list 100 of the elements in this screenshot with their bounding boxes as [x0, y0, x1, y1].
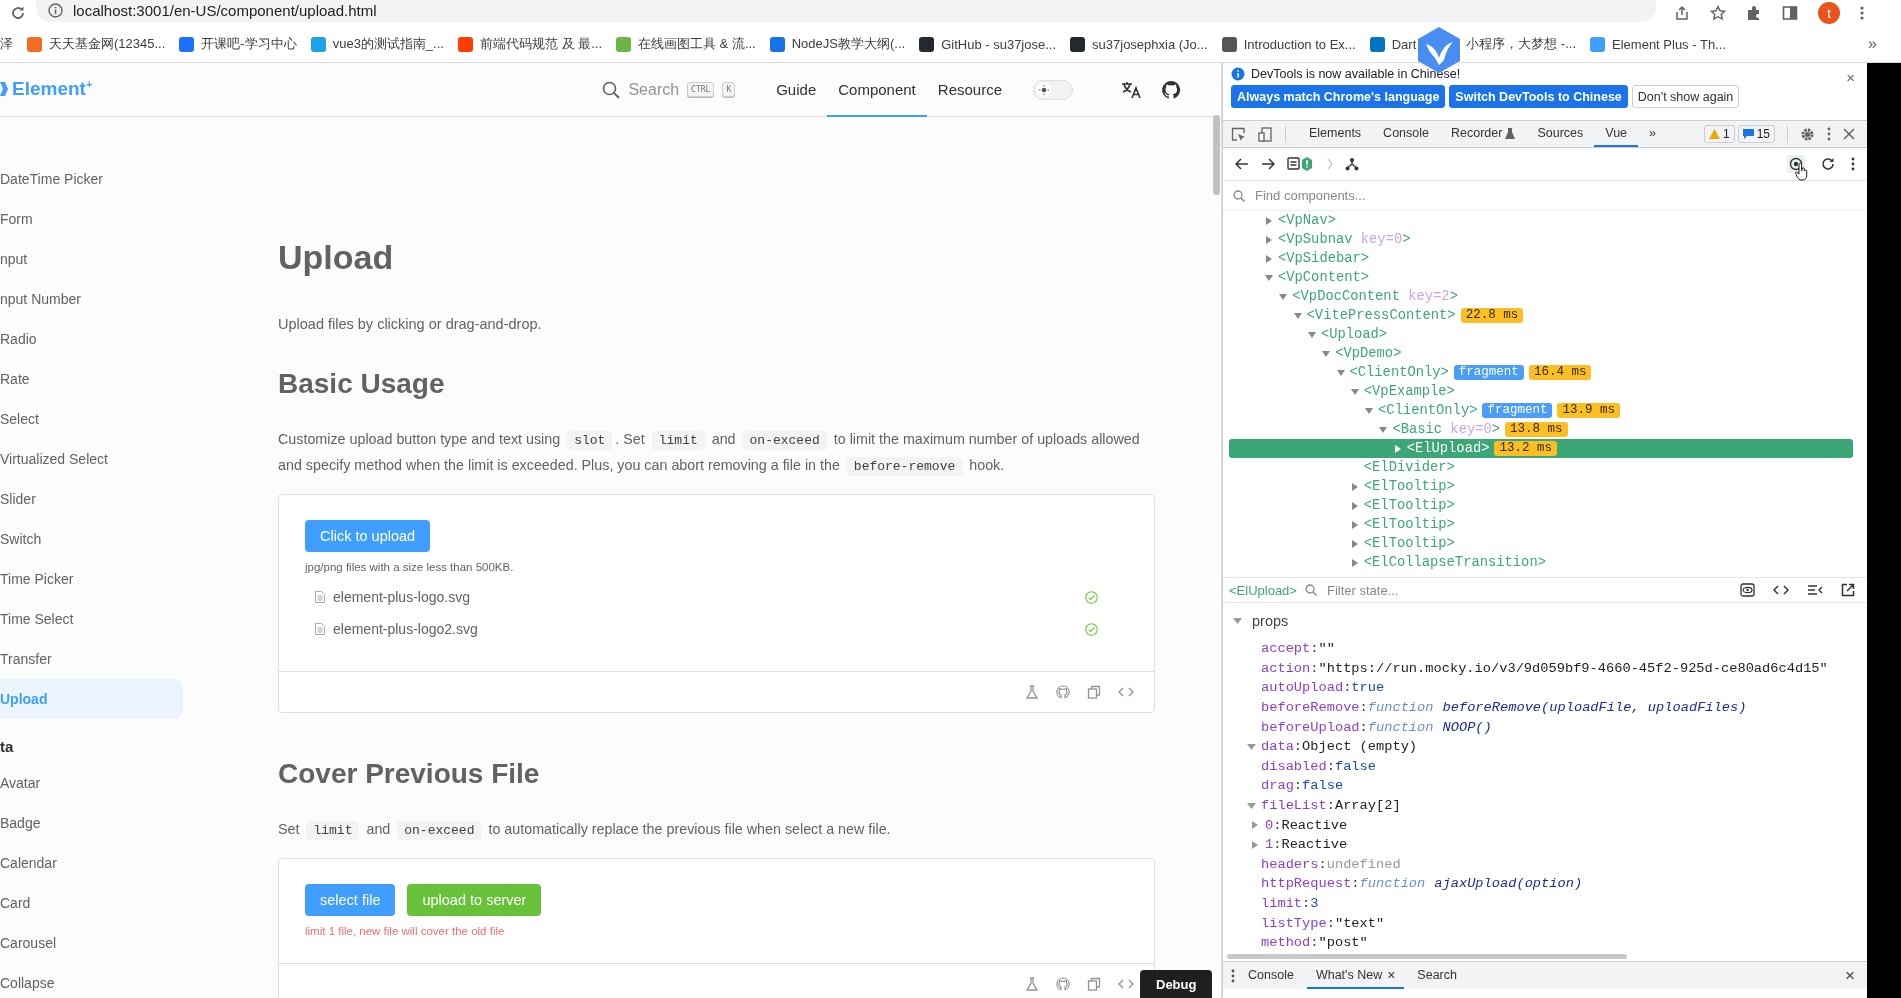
tree-node[interactable]: <ClientOnly> fragment 16.4 ms [1229, 363, 1853, 382]
flask-icon[interactable] [1025, 685, 1039, 699]
search-button[interactable]: Search CTRL K [602, 80, 736, 99]
drawer-tab[interactable]: What's New × [1306, 962, 1405, 989]
target-icon[interactable] [1789, 157, 1803, 171]
caret-right-icon[interactable] [1393, 444, 1402, 453]
more-icon[interactable] [1231, 968, 1235, 983]
close-tab-icon[interactable]: × [1387, 966, 1396, 983]
sidebar-item[interactable]: Switch [0, 519, 183, 559]
tree-node[interactable]: <VitePressContent> 22.8 ms [1229, 306, 1853, 325]
reload-icon[interactable] [10, 5, 26, 21]
forward-icon[interactable] [1261, 158, 1275, 170]
drawer-tab[interactable]: Console [1239, 962, 1303, 989]
caret-down-icon[interactable] [1247, 801, 1256, 810]
drawer-tab[interactable]: Search [1408, 962, 1466, 989]
sidebar-item[interactable]: Carousel [0, 923, 183, 963]
bookmark[interactable]: NodeJS教学大纲(... [769, 35, 906, 53]
list-icon[interactable] [1807, 583, 1823, 597]
tree-icon[interactable] [1345, 157, 1359, 171]
devtools-tab[interactable]: Console [1372, 121, 1440, 147]
nav-link[interactable]: Resource [926, 63, 1013, 117]
tree-node[interactable]: <Basic key=0> 13.8 ms [1229, 420, 1853, 439]
caret-right-icon[interactable] [1251, 821, 1260, 830]
sidebar-item[interactable]: Form [0, 199, 183, 239]
sidebar-item[interactable]: Calendar [0, 843, 183, 883]
caret-down-icon[interactable] [1233, 617, 1242, 625]
sidebar-icon[interactable] [1782, 5, 1798, 21]
copy-icon[interactable] [1087, 685, 1101, 699]
scrollbar[interactable] [1227, 954, 1627, 959]
tree-node[interactable]: <ClientOnly> fragment 13.9 ms [1229, 401, 1853, 420]
debug-button[interactable]: Debug [1140, 970, 1213, 998]
devtools-tab[interactable]: Recorder [1440, 121, 1527, 147]
sidebar-item[interactable]: nput Number [0, 279, 183, 319]
file-name[interactable]: element-plus-logo.svg [333, 589, 470, 605]
devtools-tab[interactable]: Elements [1298, 121, 1373, 147]
caret-right-icon[interactable] [1251, 840, 1260, 849]
caret-down-icon[interactable] [1322, 349, 1331, 358]
sidebar-item[interactable]: nput [0, 239, 183, 279]
external-link-icon[interactable] [1841, 583, 1855, 597]
bookmark[interactable]: 泽 [0, 35, 13, 53]
more-icon[interactable] [1851, 157, 1855, 171]
notice-button[interactable]: Always match Chrome's language [1231, 85, 1446, 108]
share-icon[interactable] [1674, 5, 1690, 21]
refresh-icon[interactable] [1821, 157, 1835, 171]
caret-right-icon[interactable] [1265, 235, 1273, 244]
sidebar-item[interactable]: Slider [0, 479, 183, 519]
bookmark[interactable]: 在线画图工具 & 流... [616, 35, 756, 53]
inspect-icon[interactable] [1231, 126, 1246, 142]
caret-right-icon[interactable] [1265, 216, 1273, 225]
sidebar-item[interactable]: Radio [0, 319, 183, 359]
caret-right-icon[interactable] [1265, 254, 1273, 263]
caret-down-icon[interactable] [1365, 406, 1374, 415]
more-icon[interactable] [1860, 5, 1864, 21]
close-icon[interactable] [1843, 128, 1855, 140]
bookmark[interactable]: su37josephxia (Jo... [1070, 36, 1208, 52]
notice-button[interactable]: Switch DevTools to Chinese [1449, 85, 1628, 108]
bookmark[interactable]: 天天基金网(12345... [27, 35, 166, 53]
translate-icon[interactable] [1121, 79, 1141, 100]
profile-avatar[interactable]: t [1818, 2, 1840, 24]
tree-node[interactable]: <ElUpload> 13.2 ms [1229, 439, 1853, 458]
close-button[interactable]: × [1846, 69, 1855, 86]
sidebar-item[interactable]: Time Select [0, 599, 183, 639]
device-icon[interactable] [1258, 126, 1273, 142]
file-name[interactable]: element-plus-logo2.svg [333, 621, 478, 637]
messages-counter[interactable]: 15 [1737, 125, 1775, 143]
star-icon[interactable] [1710, 5, 1726, 21]
bookmark[interactable]: 开课吧-学习中心 [179, 35, 297, 53]
caret-down-icon[interactable] [1279, 292, 1288, 301]
caret-down-icon[interactable] [1293, 311, 1302, 320]
nav-link[interactable]: Guide [765, 63, 828, 117]
bookmark[interactable]: Introduction to Ex... [1221, 36, 1356, 52]
devtools-tab[interactable]: Vue [1594, 121, 1639, 147]
sidebar-item[interactable]: Time Picker [0, 559, 183, 599]
sidebar-item[interactable]: Card [0, 883, 183, 923]
bookmark[interactable]: GitHub - su37jose... [919, 36, 1057, 52]
caret-right-icon[interactable] [1350, 520, 1359, 529]
caret-down-icon[interactable] [1336, 368, 1345, 377]
caret-down-icon[interactable] [1350, 387, 1359, 396]
caret-down-icon[interactable] [1247, 742, 1256, 751]
notice-button[interactable]: Don't show again [1631, 85, 1740, 108]
caret-right-icon[interactable] [1350, 558, 1359, 567]
back-icon[interactable] [1235, 158, 1249, 170]
warnings-counter[interactable]: 1 [1703, 125, 1735, 143]
code-icon[interactable] [1773, 583, 1789, 597]
devtools-tab[interactable]: Sources [1526, 121, 1595, 147]
sidebar-item[interactable]: Rate [0, 359, 183, 399]
github-icon[interactable] [1161, 79, 1181, 100]
caret-down-icon[interactable] [1307, 330, 1316, 339]
close-button[interactable]: × [1833, 962, 1867, 989]
caret-right-icon[interactable] [1350, 539, 1359, 548]
bookmark[interactable]: Element Plus - Th... [1590, 36, 1726, 52]
caret-right-icon[interactable] [1350, 482, 1359, 491]
components-icon[interactable] [1287, 156, 1315, 172]
sidebar-item[interactable]: Virtualized Select [0, 439, 183, 479]
bookmark[interactable]: vue3的测试指南_... [310, 35, 444, 53]
scrollbar[interactable] [1213, 115, 1220, 195]
find-components-field[interactable]: Find components... [1253, 187, 1473, 204]
caret-down-icon[interactable] [1379, 425, 1388, 434]
settings-icon[interactable] [1800, 126, 1815, 142]
more-bookmarks[interactable]: » [1868, 35, 1877, 53]
